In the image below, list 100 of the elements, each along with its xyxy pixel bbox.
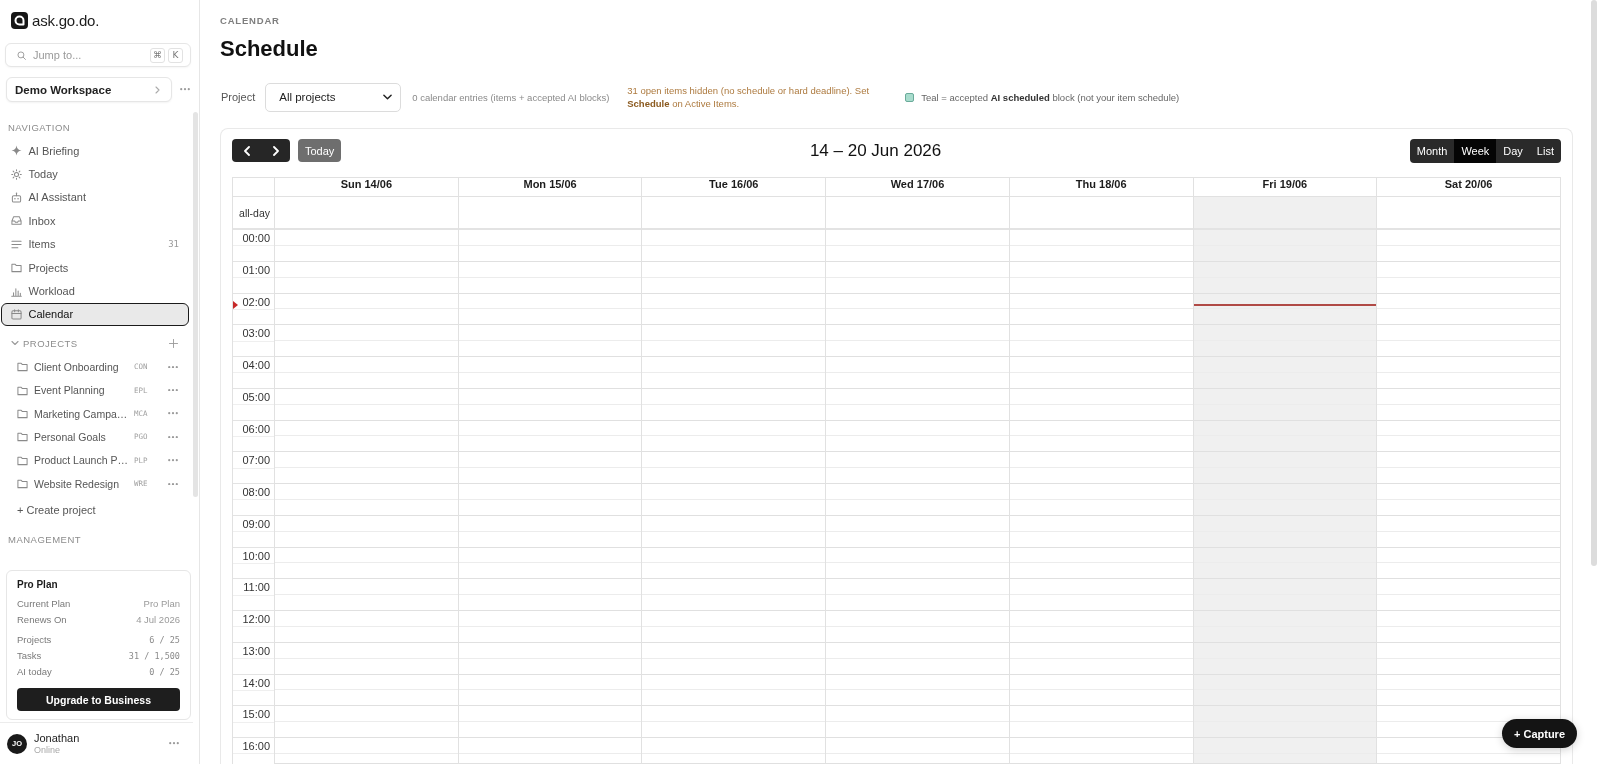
inbox-icon: [10, 215, 22, 227]
item-count: 31: [168, 239, 179, 250]
nav-item[interactable]: Projects: [1, 255, 189, 280]
plan-value: 0 / 25: [149, 667, 180, 677]
day-header: Thu 18/06: [1008, 178, 1193, 196]
more-icon[interactable]: [168, 412, 178, 415]
section-heading: MANAGEMENT: [8, 534, 82, 547]
list-icon: [10, 238, 22, 250]
user-status: Online: [34, 744, 60, 756]
time-label: 13:00: [242, 644, 270, 657]
time-label: 14:00: [242, 676, 270, 689]
upgrade-button[interactable]: Upgrade to Business: [17, 688, 180, 711]
calendar-icon: [10, 308, 22, 320]
view-tab[interactable]: Month: [1409, 138, 1455, 163]
time-label: 11:00: [243, 581, 270, 594]
all-day-label: all-day: [239, 206, 270, 219]
day-header: Sun 14/06: [274, 178, 458, 196]
nav-item[interactable]: Workload: [1, 279, 189, 303]
chevron-right-icon: [272, 145, 279, 156]
time-label: 04:00: [242, 359, 270, 371]
time-label: 07:00: [242, 454, 270, 467]
bar-chart-icon: [10, 285, 22, 297]
logo-icon[interactable]: [11, 12, 28, 29]
user-name: Jonathan: [34, 731, 80, 745]
nav-item[interactable]: Today: [1, 162, 189, 186]
nav-item[interactable]: Calendar: [1, 302, 189, 327]
plan-label: AI today: [17, 666, 52, 678]
nav-item[interactable]: Inbox: [1, 209, 189, 233]
time-label: 00:00: [242, 232, 270, 244]
hidden-items-warning: 31 open items hidden (no schedule or hard deadline). Set Schedule on Active Items.: [627, 84, 871, 110]
capture-button[interactable]: + Capture: [1501, 719, 1577, 748]
time-label: 15:00: [242, 708, 270, 721]
time-label: 16:00: [242, 740, 270, 752]
plan-value: Pro Plan: [143, 598, 180, 610]
more-icon[interactable]: [168, 435, 178, 439]
more-icon[interactable]: [180, 88, 190, 91]
more-icon[interactable]: [168, 365, 178, 368]
legend-text: Teal = accepted AI scheduled block (not your item schedule): [921, 91, 1180, 103]
scrollbar-thumb[interactable]: [193, 112, 198, 497]
chevron-down-icon[interactable]: [11, 340, 19, 347]
day-header: Wed 17/06: [825, 178, 1009, 196]
plan-label: Current Plan: [17, 598, 71, 610]
time-label: 02:00: [242, 295, 270, 308]
plan-value: 4 Jul 2026: [136, 614, 180, 626]
day-header: Sat 20/06: [1376, 178, 1560, 196]
day-header: Fri 19/06: [1192, 178, 1377, 196]
project-label: Project: [221, 91, 256, 103]
robot-icon: [10, 191, 22, 203]
plus-icon[interactable]: [169, 338, 178, 348]
more-icon[interactable]: [169, 742, 179, 745]
chevron-right-icon: [155, 85, 160, 94]
create-project-link[interactable]: + Create project: [17, 499, 96, 522]
scrollbar-thumb[interactable]: [1591, 0, 1597, 566]
section-heading: NAVIGATION: [8, 122, 71, 134]
plan-value: 6 / 25: [149, 635, 180, 645]
time-label: 01:00: [242, 263, 270, 276]
entries-note: 0 calendar entries (items + accepted AI blocks): [412, 91, 611, 103]
breadcrumb: CALENDAR: [220, 15, 280, 26]
next-button[interactable]: [261, 139, 290, 162]
sun-icon: [10, 168, 22, 180]
previous-button[interactable]: [232, 139, 261, 162]
more-icon[interactable]: [168, 482, 178, 485]
plan-label: Renews On: [17, 614, 67, 626]
nav-item[interactable]: AI Assistant: [1, 185, 189, 210]
time-label: 08:00: [242, 486, 270, 498]
folder-icon: [17, 431, 28, 443]
project-select[interactable]: All projects: [265, 82, 402, 112]
day-header: Tue 16/06: [641, 178, 826, 196]
date-range-title: 14 – 20 Jun 2026: [809, 140, 942, 161]
chevron-down-icon: [383, 94, 393, 100]
more-icon[interactable]: [168, 389, 178, 392]
time-label: 12:00: [242, 613, 270, 625]
folder-icon: [17, 384, 28, 396]
nav-item[interactable]: Items 31: [1, 232, 189, 256]
sparkle-icon: [10, 145, 22, 157]
folder-icon: [10, 262, 22, 274]
plan-title: Pro Plan: [17, 579, 58, 590]
all-day-slot[interactable]: [1193, 197, 1377, 230]
time-label: 10:00: [242, 549, 270, 562]
nav-item[interactable]: AI Briefing: [1, 139, 189, 163]
section-heading: PROJECTS: [23, 337, 79, 349]
plan-label: Projects: [17, 634, 52, 646]
time-label: 06:00: [242, 422, 270, 435]
time-label: 03:00: [242, 327, 270, 340]
day-header: Mon 15/06: [457, 178, 642, 196]
folder-icon: [17, 454, 28, 466]
folder-icon: [17, 478, 28, 490]
logo-text: ask.go.do.: [32, 12, 100, 29]
time-label: 05:00: [242, 390, 270, 403]
workspace-button[interactable]: Demo Workspace: [6, 77, 172, 102]
search-icon: [17, 50, 26, 60]
folder-icon: [17, 361, 28, 373]
folder-icon: [17, 408, 28, 420]
page-title: Schedule: [220, 36, 318, 61]
more-icon[interactable]: [168, 459, 178, 462]
view-tab[interactable]: Day: [1496, 138, 1530, 163]
time-label: 09:00: [242, 517, 270, 530]
chevron-left-icon: [243, 145, 250, 156]
view-tab[interactable]: Week: [1454, 138, 1497, 163]
view-tab[interactable]: List: [1529, 138, 1561, 163]
